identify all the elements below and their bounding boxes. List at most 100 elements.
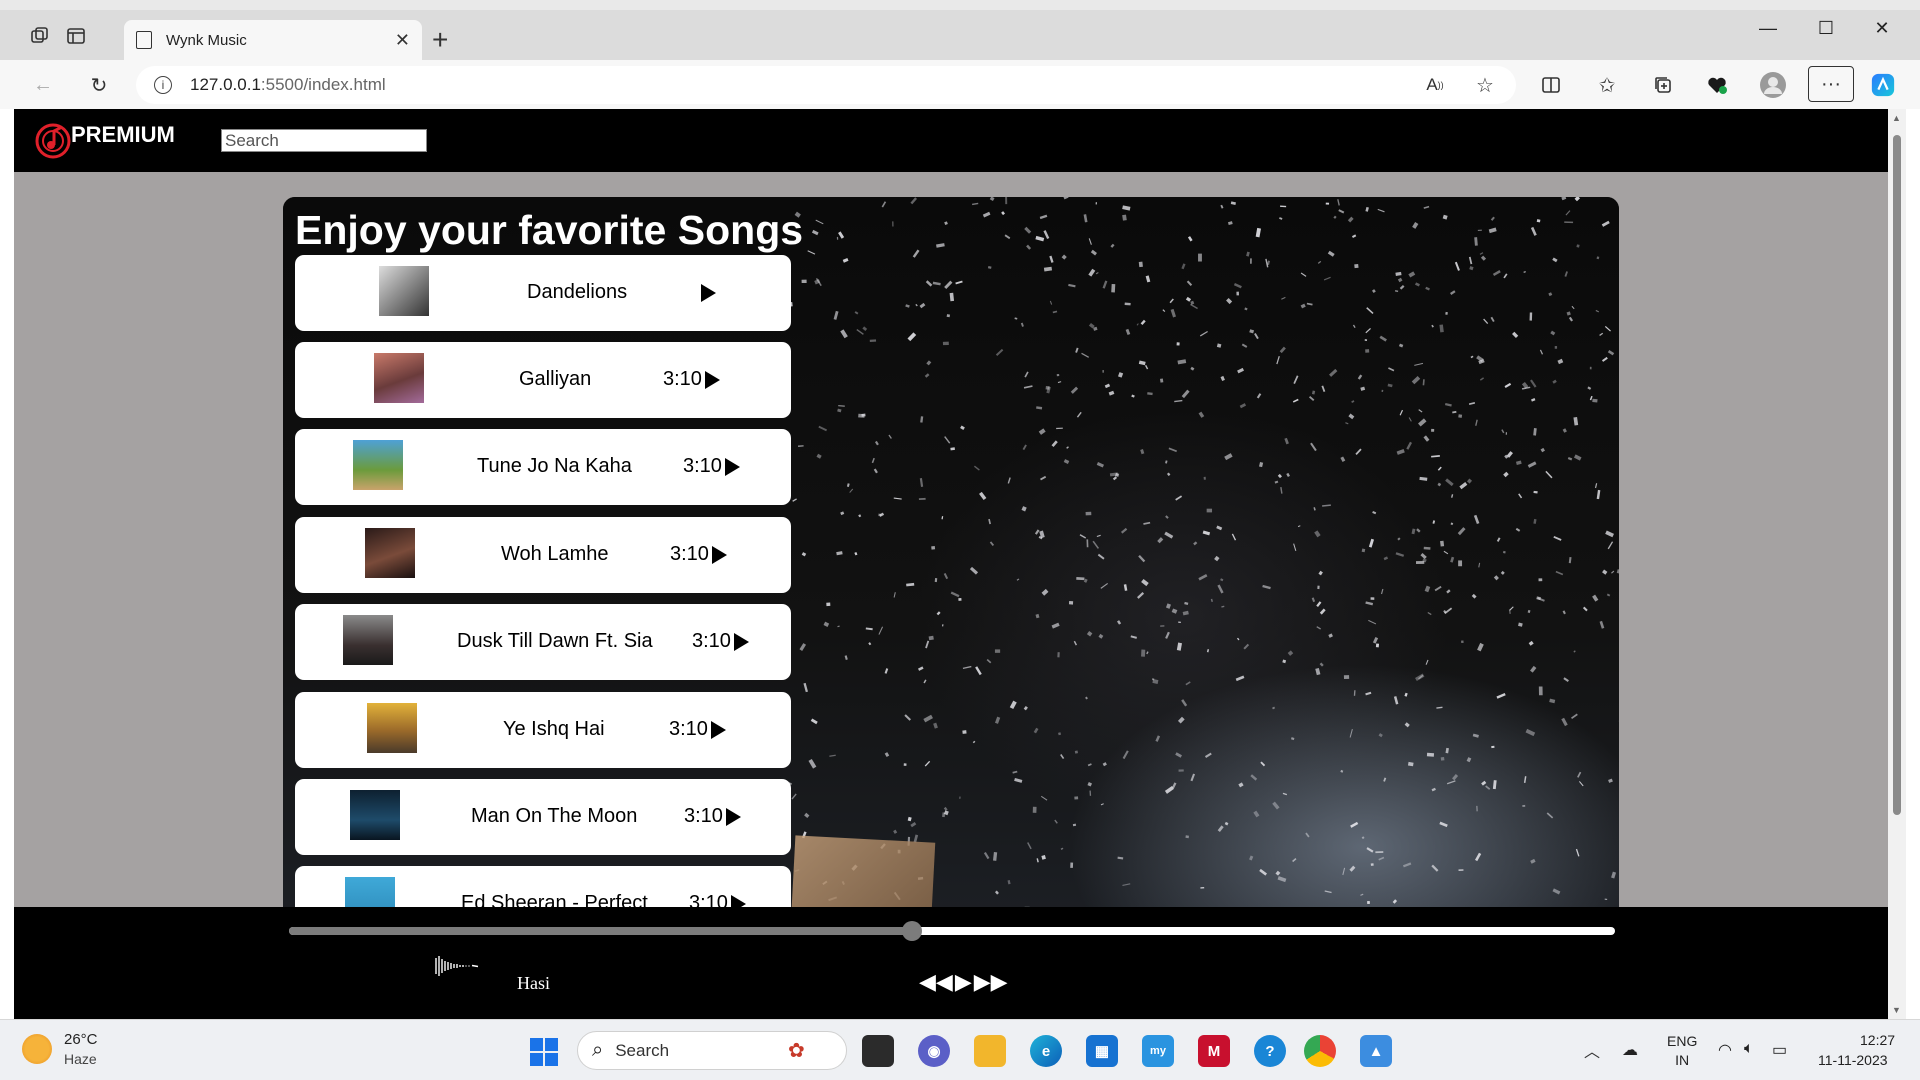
confetti-piece [837,625,840,628]
file-explorer-icon[interactable] [974,1035,1006,1067]
song-duration: 3:10 [669,718,708,740]
play-icon[interactable] [701,284,716,302]
favorites-icon[interactable]: ✩ [1594,72,1620,98]
tab-active[interactable]: Wynk Music ✕ [124,20,422,60]
onedrive-icon[interactable]: ☁ [1622,1040,1638,1060]
play-icon[interactable] [734,633,749,651]
confetti-piece [973,465,980,471]
confetti-piece [982,211,991,218]
confetti-piece [893,829,898,834]
clock-time[interactable]: 12:27 [1860,1032,1895,1048]
more-icon[interactable]: ··· [1808,66,1854,102]
scrollbar-thumb[interactable] [1893,135,1901,815]
clock-date[interactable]: 11-11-2023 [1818,1052,1888,1068]
weather-icon[interactable] [22,1034,52,1064]
play-icon[interactable] [712,546,727,564]
scroll-down-icon[interactable]: ▼ [1892,1005,1901,1015]
page-scrollbar[interactable]: ▲ ▼ [1888,109,1906,1019]
store-icon[interactable]: ▦ [1086,1035,1118,1067]
taskbar-search[interactable]: ⌕ Search ✿ [577,1031,847,1070]
play-icon[interactable] [726,808,741,826]
confetti-piece [1434,585,1442,592]
progress-handle[interactable] [902,921,923,941]
chrome-icon[interactable] [1304,1035,1336,1067]
confetti-piece [868,642,872,646]
play-button[interactable]: ▶ [955,971,972,993]
copilot-icon[interactable] [1870,72,1896,98]
play-icon[interactable] [725,458,740,476]
close-tab-icon[interactable]: ✕ [395,30,410,51]
confetti-piece [1202,530,1211,536]
song-item[interactable]: Dandelions [295,255,791,331]
confetti-piece [1238,782,1244,788]
play-icon[interactable] [711,721,726,739]
address-bar[interactable]: i 127.0.0.1:5500/index.html [136,66,1516,104]
confetti-piece [936,611,941,616]
confetti-piece [944,221,948,225]
task-view-icon[interactable] [862,1035,894,1067]
song-item[interactable]: Ye Ishq Hai 3:10 [295,692,791,768]
close-window-button[interactable]: ✕ [1862,18,1902,39]
weather-condition[interactable]: Haze [64,1051,97,1067]
logo-icon[interactable] [34,121,72,159]
confetti-piece [994,716,1001,724]
song-item[interactable]: Galliyan 3:10 [295,342,791,418]
scroll-up-icon[interactable]: ▲ [1892,113,1901,123]
read-aloud-icon[interactable]: A)) [1422,72,1448,98]
refresh-icon[interactable]: ↻ [86,72,112,98]
confetti-piece [1024,371,1029,378]
url-text[interactable]: 127.0.0.1:5500/index.html [190,75,386,95]
confetti-piece [915,303,918,307]
volume-icon[interactable]: 🔈︎ [1744,1040,1754,1058]
mcafee-icon[interactable]: M [1198,1035,1230,1067]
edge-icon[interactable]: e [1030,1035,1062,1067]
search-input[interactable] [221,129,427,152]
confetti-piece [960,425,965,431]
weather-temperature[interactable]: 26°C [64,1031,98,1048]
confetti-piece [1545,470,1553,479]
site-info-icon[interactable]: i [154,76,172,94]
confetti-piece [962,730,967,734]
previous-button[interactable]: ◀◀ [919,971,953,993]
start-button[interactable] [530,1038,558,1066]
browser-essentials-icon[interactable] [1704,72,1730,98]
song-item[interactable]: Tune Jo Na Kaha 3:10 [295,429,791,505]
language-indicator[interactable]: ENG IN [1667,1032,1697,1070]
confetti-piece [1575,848,1580,857]
show-hidden-icons[interactable]: ︿ [1584,1038,1600,1062]
confetti-piece [1366,847,1374,853]
album-art [343,615,393,665]
song-item[interactable]: Woh Lamhe 3:10 [295,517,791,593]
confetti-piece [1221,605,1225,608]
wifi-icon[interactable]: ◠ [1718,1040,1732,1060]
favorite-icon[interactable]: ☆ [1472,72,1498,98]
maximize-button[interactable]: ☐ [1806,18,1846,39]
split-screen-icon[interactable] [1538,72,1564,98]
song-item[interactable]: Man On The Moon 3:10 [295,779,791,855]
minimize-button[interactable]: — [1748,18,1788,39]
collections-icon[interactable] [1650,72,1676,98]
back-icon[interactable]: ← [30,72,56,98]
confetti-piece [1290,737,1295,741]
confetti-piece [1063,197,1069,200]
confetti-piece [1095,272,1099,275]
play-icon[interactable] [705,371,720,389]
myhp-icon[interactable]: my [1142,1035,1174,1067]
tab-actions-icon[interactable] [64,24,88,48]
help-icon[interactable]: ? [1254,1035,1286,1067]
progress-bar[interactable] [289,921,1615,941]
song-item[interactable]: Dusk Till Dawn Ft. Sia 3:10 [295,604,791,680]
confetti-piece [1117,620,1122,625]
confetti-piece [1083,214,1088,223]
confetti-piece [1538,686,1543,696]
confetti-piece [1233,283,1242,289]
battery-icon[interactable]: ▭ [1772,1040,1787,1060]
next-button[interactable]: ▶▶ [974,971,1008,993]
confetti-piece [1068,283,1076,288]
album-art [367,703,417,753]
new-tab-button[interactable]: + [432,26,448,54]
profile-icon[interactable] [1760,72,1786,98]
workspaces-icon[interactable] [28,24,52,48]
photos-icon[interactable]: ▲ [1360,1035,1392,1067]
chat-icon[interactable]: ◉ [918,1035,950,1067]
